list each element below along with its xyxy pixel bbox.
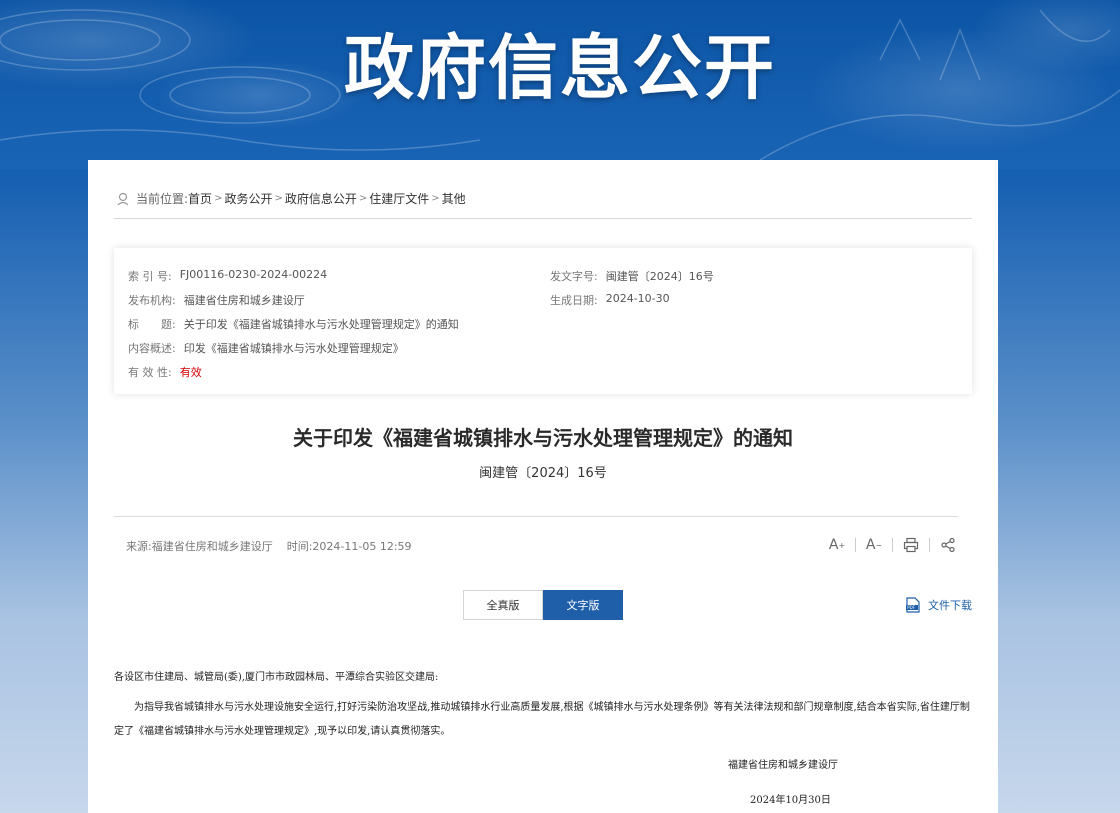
- file-download-link[interactable]: PDF 文件下载: [906, 597, 972, 613]
- article-title: 关于印发《福建省城镇排水与污水处理管理规定》的通知: [293, 426, 793, 450]
- article-salutation: 各设区市住建局、城管局(委),厦门市市政园林局、平潭综合实验区交建局:: [114, 672, 439, 683]
- tab-text-version[interactable]: 文字版: [543, 590, 623, 620]
- meta-summary-value: 印发《福建省城镇排水与污水处理管理规定》: [183, 342, 404, 355]
- article-divider: [114, 516, 958, 517]
- metadata-box: 索 引 号: FJ00116-0230-2024-00224 发文字号: 闽建管…: [114, 248, 972, 394]
- meta-title-value: 关于印发《福建省城镇排水与污水处理管理规定》的通知: [183, 318, 459, 331]
- location-icon: [117, 192, 129, 205]
- breadcrumb-gov-info[interactable]: 政府信息公开: [285, 190, 357, 207]
- breadcrumb-separator: >: [214, 193, 223, 204]
- article-tools: A + A −: [825, 535, 960, 555]
- article-source: 来源:福建省住房和城乡建设厅: [126, 540, 273, 553]
- article-sign-date: 2024年10月30日: [750, 795, 831, 806]
- meta-publisher-value: 福建省住房和城乡建设厅: [183, 294, 305, 307]
- meta-summary-key: 内容概述:: [128, 342, 176, 355]
- article-docno: 闽建管〔2024〕16号: [479, 466, 607, 481]
- meta-index-key: 索 引 号:: [128, 270, 172, 283]
- meta-publisher: 发布机构: 福建省住房和城乡建设厅: [128, 292, 305, 308]
- meta-docno-key: 发文字号:: [550, 270, 598, 283]
- breadcrumb-separator: >: [431, 193, 440, 204]
- breadcrumb-other[interactable]: 其他: [442, 190, 466, 207]
- font-decrease-icon[interactable]: A −: [862, 535, 886, 555]
- tool-divider: [929, 538, 930, 552]
- breadcrumb-gov-affairs[interactable]: 政务公开: [224, 190, 272, 207]
- article-paragraph: 为指导我省城镇排水与污水处理设施安全运行,打好污染防治攻坚战,推动城镇排水行业高…: [114, 702, 970, 737]
- breadcrumb: 当前位置: 首页 > 政务公开 > 政府信息公开 > 住建厅文件 > 其他: [116, 190, 466, 207]
- page-banner-title: 政府信息公开: [344, 27, 776, 109]
- article-body: 各设区市住建局、城管局(委),厦门市市政园林局、平潭综合实验区交建局: 为指导我…: [114, 666, 972, 750]
- meta-title: 标 题: 关于印发《福建省城镇排水与污水处理管理规定》的通知: [128, 316, 459, 332]
- article-source-line: 来源:福建省住房和城乡建设厅 时间:2024-11-05 12:59: [126, 538, 412, 554]
- meta-index: 索 引 号: FJ00116-0230-2024-00224: [128, 268, 327, 284]
- breadcrumb-separator: >: [274, 193, 283, 204]
- meta-date-value: 2024-10-30: [605, 292, 670, 305]
- svg-text:PDF: PDF: [907, 605, 915, 610]
- breadcrumb-divider: [114, 218, 972, 219]
- banner: 政府信息公开: [0, 0, 1120, 170]
- article-time: 时间:2024-11-05 12:59: [286, 540, 412, 553]
- version-tabs: 全真版 文字版: [463, 590, 623, 620]
- meta-validity: 有 效 性: 有效: [128, 364, 202, 380]
- meta-date: 生成日期: 2024-10-30: [550, 292, 670, 308]
- breadcrumb-separator: >: [358, 193, 368, 204]
- article-signature: 福建省住房和城乡建设厅: [728, 760, 838, 771]
- meta-validity-value: 有效: [179, 366, 202, 379]
- meta-docno: 发文字号: 闽建管〔2024〕16号: [550, 268, 714, 284]
- pdf-icon: PDF: [906, 597, 920, 613]
- breadcrumb-home[interactable]: 首页: [188, 190, 212, 207]
- tab-full-version[interactable]: 全真版: [463, 590, 543, 620]
- breadcrumb-label: 当前位置:: [136, 192, 189, 206]
- meta-title-key: 标 题:: [128, 318, 176, 331]
- content-panel: 当前位置: 首页 > 政务公开 > 政府信息公开 > 住建厅文件 > 其他 索 …: [88, 160, 998, 813]
- meta-publisher-key: 发布机构:: [128, 294, 176, 307]
- print-icon[interactable]: [899, 535, 923, 555]
- meta-validity-key: 有 效 性:: [128, 366, 172, 379]
- meta-summary: 内容概述: 印发《福建省城镇排水与污水处理管理规定》: [128, 340, 404, 356]
- meta-index-value: FJ00116-0230-2024-00224: [179, 268, 328, 281]
- breadcrumb-dept-files[interactable]: 住建厅文件: [369, 190, 429, 207]
- share-icon[interactable]: [936, 535, 960, 555]
- tool-divider: [855, 538, 856, 552]
- tool-divider: [892, 538, 893, 552]
- font-increase-icon[interactable]: A +: [825, 535, 849, 555]
- meta-date-key: 生成日期:: [550, 294, 598, 307]
- file-download-label: 文件下载: [928, 599, 972, 612]
- meta-docno-value: 闽建管〔2024〕16号: [605, 270, 714, 283]
